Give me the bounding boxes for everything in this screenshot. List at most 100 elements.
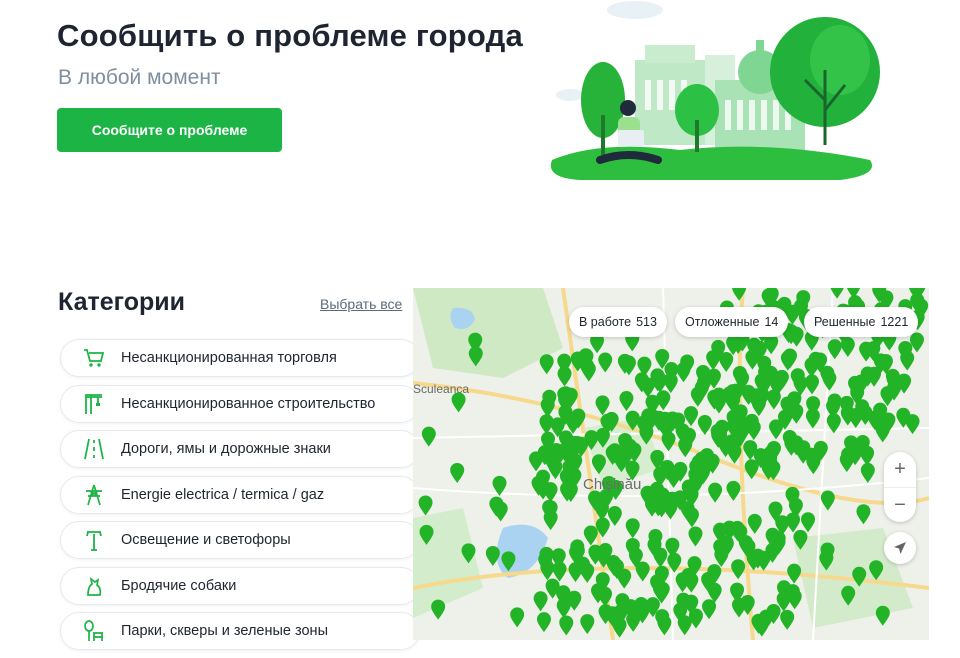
issue-marker[interactable]: [731, 559, 746, 580]
issue-marker[interactable]: [806, 454, 821, 475]
issue-marker[interactable]: [780, 350, 795, 371]
issue-marker[interactable]: [666, 467, 681, 488]
issue-marker[interactable]: [786, 512, 801, 533]
issue-marker[interactable]: [461, 543, 476, 564]
issue-marker[interactable]: [801, 512, 816, 533]
issue-marker[interactable]: [697, 414, 712, 435]
issue-marker[interactable]: [702, 599, 717, 620]
category-item-lighting[interactable]: Освещение и светофоры: [60, 521, 420, 559]
issue-marker[interactable]: [595, 517, 610, 538]
issue-marker[interactable]: [485, 546, 500, 567]
issue-marker[interactable]: [493, 501, 508, 522]
issue-marker[interactable]: [421, 426, 436, 447]
issue-marker[interactable]: [540, 397, 555, 418]
issue-marker[interactable]: [793, 529, 808, 550]
issue-marker[interactable]: [766, 389, 781, 410]
category-item-roads[interactable]: Дороги, ямы и дорожные знаки: [60, 430, 420, 468]
issue-marker[interactable]: [657, 615, 672, 636]
issue-marker[interactable]: [533, 591, 548, 612]
issue-marker[interactable]: [840, 337, 855, 358]
issue-marker[interactable]: [688, 526, 703, 547]
issue-marker[interactable]: [708, 482, 723, 503]
issue-marker[interactable]: [559, 615, 574, 636]
category-label: Energie electrica / termica / gaz: [121, 486, 325, 503]
issue-marker[interactable]: [676, 362, 691, 383]
page-subtitle: В любой момент: [58, 66, 221, 89]
issue-marker[interactable]: [419, 524, 434, 545]
issue-marker[interactable]: [568, 562, 583, 583]
locate-button[interactable]: [884, 532, 916, 564]
category-item-unauthorized-construction[interactable]: Несанкционированное строительство: [60, 384, 420, 423]
report-problem-button[interactable]: Сообщите о проблеме: [57, 108, 282, 152]
issue-marker[interactable]: [875, 605, 890, 626]
issue-marker[interactable]: [869, 560, 884, 581]
issue-marker[interactable]: [626, 611, 641, 632]
issue-marker[interactable]: [418, 495, 433, 516]
issue-marker[interactable]: [827, 339, 842, 360]
select-all-link[interactable]: Выбрать все: [320, 296, 402, 312]
issue-marker[interactable]: [580, 614, 595, 635]
issue-marker[interactable]: [667, 552, 682, 573]
issue-marker[interactable]: [787, 563, 802, 584]
issue-marker[interactable]: [431, 599, 446, 620]
issue-marker[interactable]: [727, 443, 742, 464]
issue-marker[interactable]: [744, 459, 759, 480]
issue-marker[interactable]: [492, 475, 507, 496]
issue-marker[interactable]: [468, 346, 483, 367]
issue-marker[interactable]: [635, 561, 650, 582]
issue-marker[interactable]: [598, 352, 613, 373]
issue-marker[interactable]: [617, 568, 632, 589]
issue-marker[interactable]: [450, 462, 465, 483]
issue-marker[interactable]: [625, 518, 640, 539]
issue-marker[interactable]: [860, 445, 875, 466]
issue-marker[interactable]: [830, 288, 844, 299]
issue-marker[interactable]: [510, 607, 525, 628]
issue-marker[interactable]: [684, 572, 699, 593]
issue-marker[interactable]: [557, 366, 572, 387]
issue-marker[interactable]: [619, 391, 634, 412]
issue-marker[interactable]: [860, 462, 875, 483]
issue-marker[interactable]: [745, 349, 760, 370]
issue-marker[interactable]: [732, 597, 747, 618]
issue-marker[interactable]: [595, 395, 610, 416]
issue-marker[interactable]: [780, 609, 795, 630]
issue-marker[interactable]: [580, 562, 595, 583]
issue-marker[interactable]: [543, 482, 558, 503]
issue-marker[interactable]: [856, 504, 871, 525]
issue-marker[interactable]: [663, 373, 678, 394]
stat-postponed[interactable]: Отложенные 14: [675, 307, 789, 337]
category-item-stray-dogs[interactable]: Бродячие собаки: [60, 566, 420, 605]
issue-marker[interactable]: [747, 513, 762, 534]
zoom-in-button[interactable]: +: [884, 452, 916, 487]
issue-marker[interactable]: [591, 454, 606, 475]
stat-resolved[interactable]: Решенные 1221: [804, 307, 919, 337]
issue-marker[interactable]: [841, 585, 856, 606]
issue-marker[interactable]: [607, 506, 622, 527]
issue-marker[interactable]: [820, 490, 835, 511]
issue-marker[interactable]: [536, 612, 551, 633]
issue-marker[interactable]: [684, 507, 699, 528]
issue-marker[interactable]: [583, 525, 598, 546]
issue-marker[interactable]: [655, 581, 670, 602]
issue-marker[interactable]: [501, 551, 516, 572]
issue-marker[interactable]: [684, 406, 699, 427]
issue-marker[interactable]: [905, 414, 920, 435]
issue-marker[interactable]: [859, 341, 874, 362]
issue-marker[interactable]: [732, 288, 747, 301]
issue-marker[interactable]: [726, 480, 741, 501]
issues-map[interactable]: Sculeanca Chișinău В работе 513 Отложенн…: [413, 288, 929, 640]
category-item-unauthorized-trade[interactable]: Несанкционированная торговля: [60, 339, 420, 377]
issue-marker[interactable]: [852, 566, 867, 587]
category-label: Несанкционированная торговля: [121, 350, 337, 366]
issue-marker[interactable]: [848, 408, 863, 429]
category-item-energy[interactable]: Energie electrica / termica / gaz: [60, 475, 420, 514]
issue-marker[interactable]: [764, 334, 779, 355]
issue-marker[interactable]: [594, 500, 609, 521]
category-item-parks[interactable]: Парки, скверы и зеленые зоны: [60, 612, 420, 650]
issue-marker[interactable]: [612, 617, 627, 638]
issue-marker[interactable]: [552, 561, 567, 582]
stat-in-progress[interactable]: В работе 513: [569, 307, 667, 337]
issue-marker[interactable]: [529, 451, 544, 472]
issue-marker[interactable]: [539, 354, 554, 375]
zoom-out-button[interactable]: −: [884, 487, 916, 523]
